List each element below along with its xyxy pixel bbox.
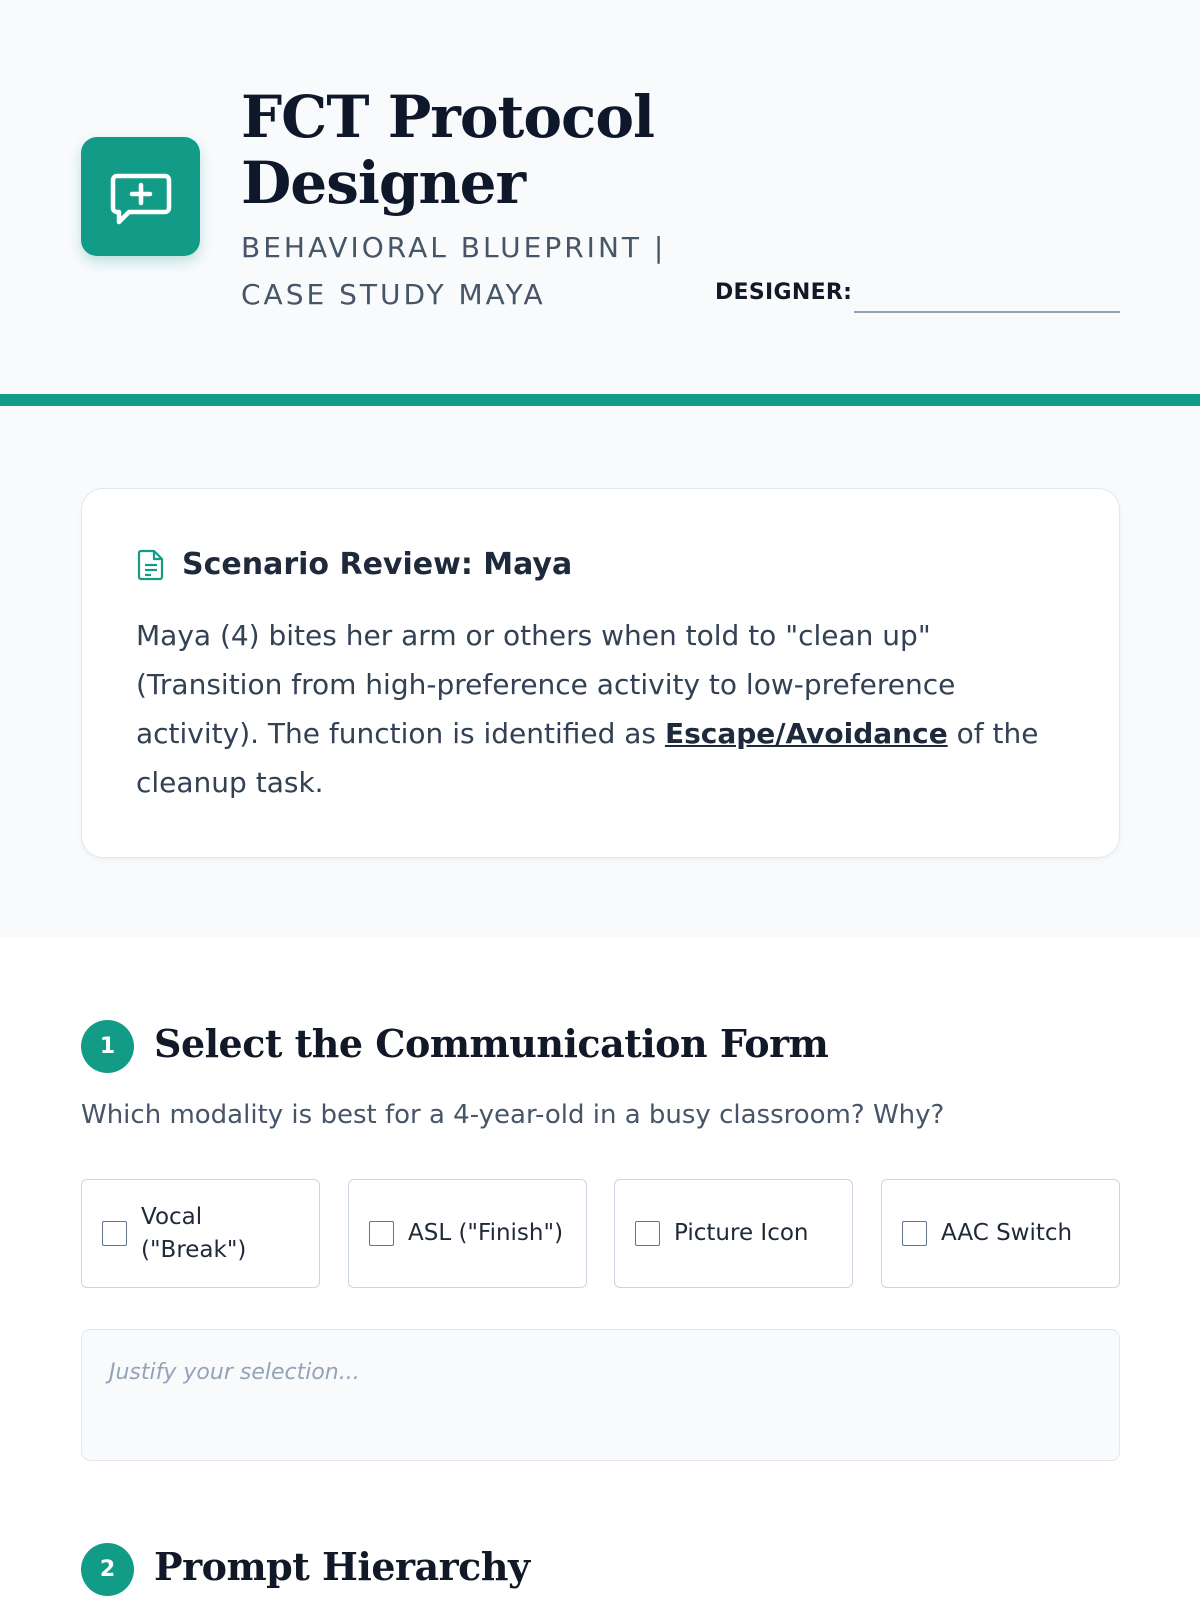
option-label: Picture Icon — [674, 1220, 809, 1246]
option-asl[interactable]: ASL ("Finish") — [348, 1179, 587, 1288]
option-label: AAC Switch — [941, 1220, 1073, 1246]
option-label: ASL ("Finish") — [408, 1220, 564, 1246]
justify-selection-field[interactable] — [81, 1329, 1120, 1461]
scenario-card: Scenario Review: Maya Maya (4) bites her… — [81, 488, 1120, 858]
option-aac-switch-checkbox[interactable] — [902, 1221, 927, 1246]
page-title: FCT Protocol Designer — [241, 83, 655, 217]
step-1-question: Which modality is best for a 4-year-old … — [81, 1100, 945, 1130]
step-1-badge: 1 — [81, 1020, 134, 1073]
scenario-title: Scenario Review: Maya — [182, 547, 573, 582]
option-picture-icon[interactable]: Picture Icon — [614, 1179, 853, 1288]
option-label: Vocal ("Break") — [141, 1203, 247, 1263]
option-vocal[interactable]: Vocal ("Break") — [81, 1179, 320, 1288]
option-vocal-checkbox[interactable] — [102, 1221, 127, 1246]
scenario-description: Maya (4) bites her arm or others when to… — [136, 611, 1076, 807]
option-aac-switch[interactable]: AAC Switch — [881, 1179, 1120, 1288]
step-2-title: Prompt Hierarchy — [154, 1544, 530, 1589]
designer-label: DESIGNER: — [715, 280, 853, 305]
option-picture-icon-checkbox[interactable] — [635, 1221, 660, 1246]
page-subtitle: BEHAVIORAL BLUEPRINT | CASE STUDY MAYA — [241, 231, 667, 311]
message-plus-icon — [81, 137, 200, 256]
step-2-badge: 2 — [81, 1543, 134, 1596]
header-divider — [0, 394, 1200, 406]
page-header: FCT Protocol Designer BEHAVIORAL BLUEPRI… — [0, 0, 1200, 394]
option-asl-checkbox[interactable] — [369, 1221, 394, 1246]
step-1-title: Select the Communication Form — [154, 1021, 829, 1066]
document-icon — [137, 549, 164, 581]
designer-name-field[interactable] — [854, 276, 1120, 313]
function-highlight: Escape/Avoidance — [664, 717, 948, 750]
